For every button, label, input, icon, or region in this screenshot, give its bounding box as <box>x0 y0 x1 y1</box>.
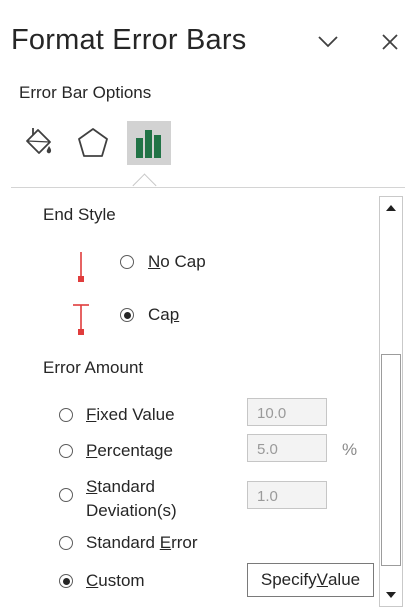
fill-line-tab[interactable] <box>15 121 59 165</box>
custom-option[interactable]: Custom <box>59 571 145 591</box>
selected-tab-indicator <box>132 173 157 198</box>
close-icon <box>382 34 398 50</box>
options-label: Error Bar Options <box>19 83 152 102</box>
cap-option[interactable]: Cap <box>120 305 179 325</box>
percentage-option[interactable]: Percentage <box>59 441 173 461</box>
no-cap-radio[interactable] <box>120 255 134 269</box>
custom-radio[interactable] <box>59 574 73 588</box>
cap-label: Cap <box>148 305 180 324</box>
triangle-up-icon <box>386 205 396 211</box>
no-cap-label: No Cap <box>148 252 206 271</box>
no-cap-preview-icon <box>78 252 84 282</box>
cap-radio[interactable] <box>120 308 134 322</box>
percentage-label: Percentage <box>86 441 173 460</box>
cap-preview-icon <box>73 304 89 335</box>
pentagon-icon <box>78 128 108 157</box>
percentage-unit: % <box>342 440 358 459</box>
std-error-label: Standard Error <box>86 533 198 552</box>
fixed-value-option[interactable]: Fixed Value <box>59 405 175 425</box>
custom-label: Custom <box>86 571 145 590</box>
paint-bucket-icon <box>26 128 52 154</box>
vertical-scrollbar[interactable] <box>379 196 403 607</box>
chevron-down-icon <box>318 36 338 48</box>
end-style-heading: End Style <box>43 205 116 224</box>
percentage-input[interactable]: 5.0 <box>247 434 327 462</box>
std-dev-input[interactable]: 1.0 <box>247 481 327 509</box>
tab-divider <box>11 187 405 188</box>
error-amount-heading: Error Amount <box>43 358 144 377</box>
pane-title: Format Error Bars <box>11 24 247 56</box>
effects-tab[interactable] <box>71 121 115 165</box>
std-dev-label[interactable]: Standard Deviation(s) <box>86 475 177 523</box>
bar-chart-icon <box>136 130 161 158</box>
fixed-value-input[interactable]: 10.0 <box>247 398 327 426</box>
fixed-value-radio[interactable] <box>59 408 73 422</box>
close-button[interactable] <box>376 28 404 56</box>
std-error-option[interactable]: Standard Error <box>59 533 198 553</box>
scroll-up-button[interactable] <box>380 197 402 219</box>
error-bar-options-tab[interactable] <box>127 121 171 165</box>
std-dev-radio[interactable] <box>59 488 73 502</box>
collapse-button[interactable] <box>314 28 342 56</box>
scroll-down-button[interactable] <box>380 584 402 606</box>
no-cap-option[interactable]: No Cap <box>120 252 206 272</box>
scrollbar-thumb[interactable] <box>381 354 401 566</box>
std-error-radio[interactable] <box>59 536 73 550</box>
triangle-down-icon <box>386 592 396 598</box>
fixed-value-label: Fixed Value <box>86 405 175 424</box>
percentage-radio[interactable] <box>59 444 73 458</box>
specify-value-button[interactable]: Specify Value <box>247 563 374 597</box>
